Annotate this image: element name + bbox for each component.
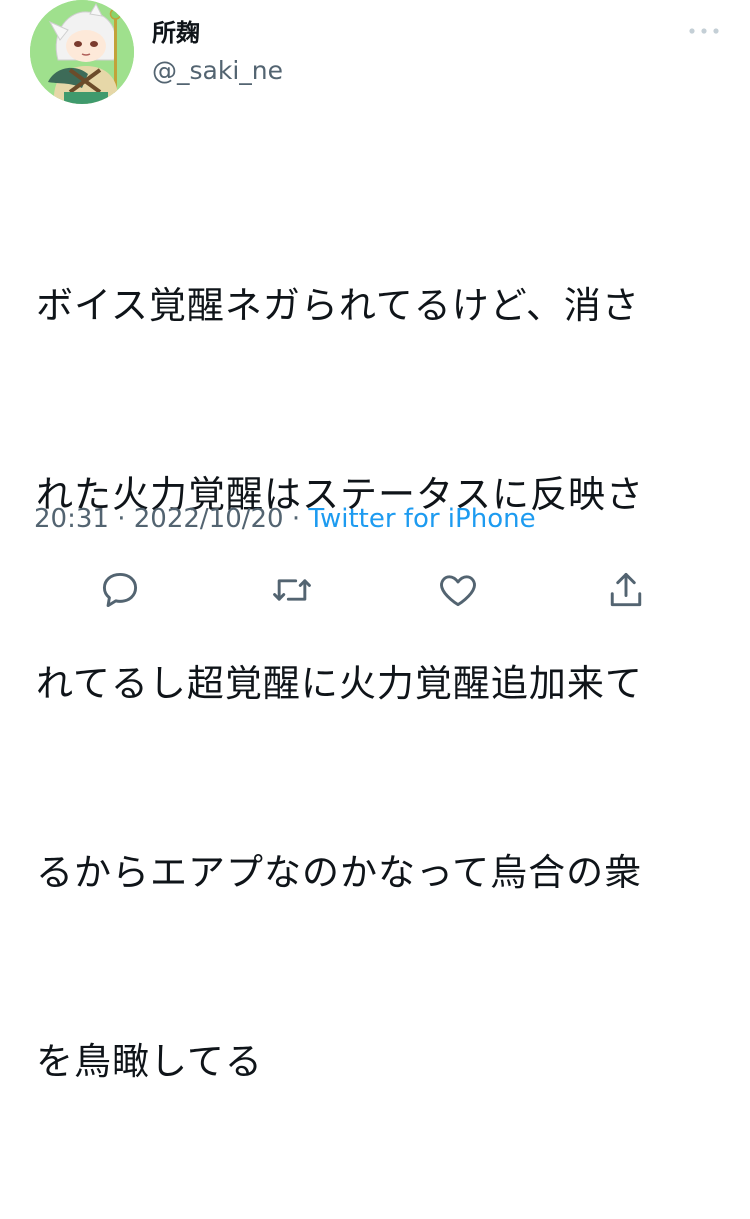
share-icon[interactable] (604, 568, 648, 612)
tweet-actions (0, 560, 750, 620)
avatar-illustration (30, 0, 134, 104)
like-icon[interactable] (436, 568, 480, 612)
reply-icon[interactable] (98, 568, 142, 612)
tweet-source-link[interactable]: Twitter for iPhone (308, 504, 535, 534)
tweet-card: 所麹 @_saki_ne ボイス覚醒ネガられてるけど、消さ れた火力覚醒はステー… (0, 0, 750, 1083)
user-handle[interactable]: @_saki_ne (152, 56, 283, 86)
tweet-text-line: を鳥瞰してる (36, 1040, 263, 1083)
meta-separator: · (117, 504, 126, 534)
tweet-text-line: れてるし超覚醒に火力覚醒追加来て (36, 662, 643, 705)
tweet-text: ボイス覚醒ネガられてるけど、消さ れた火力覚醒はステータスに反映さ れてるし超覚… (36, 148, 706, 1219)
tweet-meta: 20:31 · 2022/10/20 · Twitter for iPhone (34, 502, 536, 536)
more-horizontal-icon[interactable] (684, 16, 724, 46)
tweet-text-line: るからエアプなのかなって烏合の衆 (36, 851, 643, 894)
avatar[interactable] (30, 0, 134, 104)
display-name[interactable]: 所麹 (152, 18, 200, 48)
meta-separator: · (291, 504, 301, 534)
tweet-time[interactable]: 20:31 (34, 504, 109, 534)
tweet-date[interactable]: 2022/10/20 (134, 504, 284, 534)
retweet-icon[interactable] (270, 568, 314, 612)
tweet-text-line: ボイス覚醒ネガられてるけど、消さ (36, 284, 640, 327)
